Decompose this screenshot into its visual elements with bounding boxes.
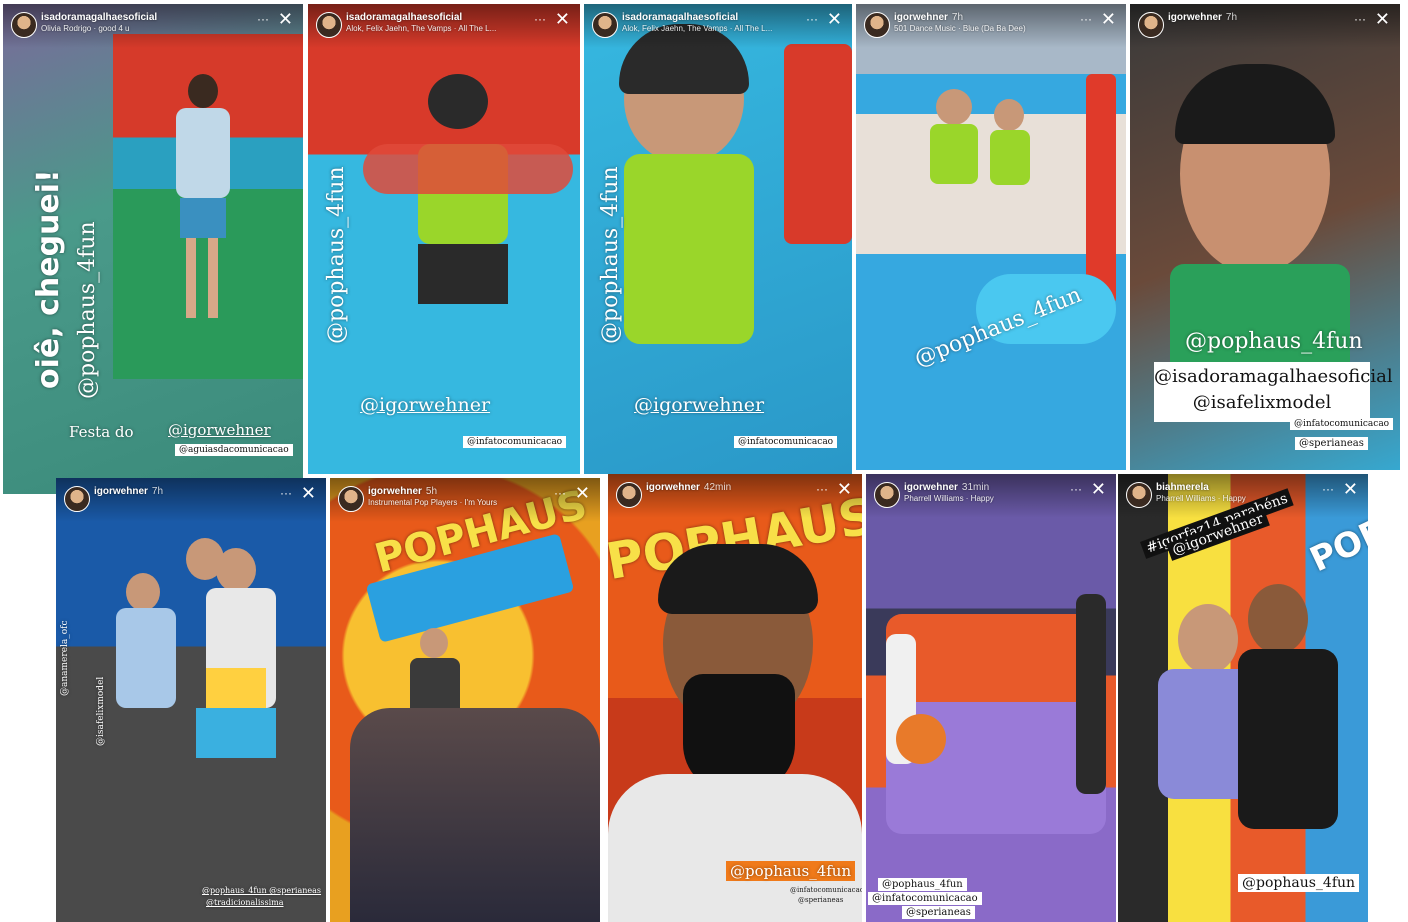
story-header [56, 478, 326, 522]
story-card-9[interactable]: igorwehner 31min Pharrell Williams · Happ… [866, 474, 1116, 922]
username[interactable]: biahmerela [1156, 482, 1209, 493]
mention-sticker: @sperianeas [798, 896, 844, 904]
music-label: Pharrell Williams · Happy [1156, 494, 1246, 503]
story-header [608, 474, 862, 518]
more-options-icon[interactable]: ··· [534, 12, 546, 26]
story-card-7[interactable]: POPHAUS igorwehner 5h Instrumental Pop Pl… [330, 478, 600, 922]
story-card-10[interactable]: POP biahmerela Pharrell Williams · Happy… [1118, 474, 1368, 922]
more-options-icon[interactable]: ··· [1322, 482, 1334, 496]
mention-sticker: @anamerela_ofc [60, 620, 70, 696]
avatar[interactable] [11, 12, 37, 38]
username[interactable]: igorwehner 5h [368, 486, 437, 497]
username[interactable]: isadoramagalhaesoficial [346, 12, 462, 23]
more-options-icon[interactable]: ··· [1080, 12, 1092, 26]
avatar[interactable] [616, 482, 642, 508]
story-card-3[interactable]: isadoramagalhaesoficial Alok, Felix Jaeh… [584, 4, 852, 474]
music-label: Instrumental Pop Players · I'm Yours [368, 498, 498, 507]
close-icon[interactable]: ✕ [837, 480, 852, 498]
avatar[interactable] [64, 486, 90, 512]
username[interactable]: igorwehner 7h [94, 486, 163, 497]
username[interactable]: isadoramagalhaesoficial [41, 12, 157, 23]
mention-sticker: @infatocomunicacao [790, 886, 862, 894]
close-icon[interactable]: ✕ [555, 10, 570, 28]
mention-sticker: @igorwehner [168, 421, 271, 439]
more-options-icon[interactable]: ··· [816, 482, 828, 496]
mention-sticker: @pophaus_4fun [324, 166, 349, 344]
mention-sticker: @aguiasdacomunicacao [175, 444, 293, 456]
story-card-1[interactable]: isadoramagalhaesoficial Olivia Rodrigo ·… [3, 4, 303, 494]
more-options-icon[interactable]: ··· [257, 12, 269, 26]
username[interactable]: igorwehner 42min [646, 482, 731, 493]
more-options-icon[interactable]: ··· [1354, 12, 1366, 26]
story-card-2[interactable]: isadoramagalhaesoficial Alok, Felix Jaeh… [308, 4, 580, 474]
mention-sticker: @igorwehner [360, 394, 491, 416]
avatar[interactable] [874, 482, 900, 508]
close-icon[interactable]: ✕ [1101, 10, 1116, 28]
music-label: Olivia Rodrigo · good 4 u [41, 24, 130, 33]
mention-sticker: @tradicionalissima [206, 898, 284, 907]
more-options-icon[interactable]: ··· [554, 486, 566, 500]
sticker-text: Festa do [69, 423, 134, 441]
music-label: 501 Dance Music · Blue (Da Ba Dee) [894, 24, 1026, 33]
close-icon[interactable]: ✕ [575, 484, 590, 502]
mention-sticker: @sperianeas [1295, 437, 1368, 450]
close-icon[interactable]: ✕ [1343, 480, 1358, 498]
close-icon[interactable]: ✕ [301, 484, 316, 502]
avatar[interactable] [592, 12, 618, 38]
mention-sticker: @sperianeas [902, 906, 975, 919]
music-label: Pharrell Williams · Happy [904, 494, 994, 503]
more-options-icon[interactable]: ··· [1070, 482, 1082, 496]
more-options-icon[interactable]: ··· [806, 12, 818, 26]
mention-sticker: @pophaus_4fun [75, 221, 100, 399]
username[interactable]: igorwehner 31min [904, 482, 989, 493]
mention-sticker: @pophaus_4fun [598, 166, 623, 344]
more-options-icon[interactable]: ··· [280, 486, 292, 500]
avatar[interactable] [864, 12, 890, 38]
username[interactable]: isadoramagalhaesoficial [622, 12, 738, 23]
story-card-6[interactable]: igorwehner 7h ··· ✕ @anamerela_ofc @isafe… [56, 478, 326, 922]
close-icon[interactable]: ✕ [1091, 480, 1106, 498]
mention-sticker: @pophaus_4fun [878, 878, 967, 891]
avatar[interactable] [1138, 12, 1164, 38]
username[interactable]: igorwehner 7h [894, 12, 963, 23]
mention-sticker: @pophaus_4fun [1238, 874, 1360, 892]
avatar[interactable] [338, 486, 364, 512]
mention-sticker: @infatocomunicacao [734, 436, 838, 448]
avatar[interactable] [316, 12, 342, 38]
person-girl [168, 74, 238, 324]
mention-sticker: @pophaus_4fun @sperianeas [202, 886, 322, 895]
mention-sticker: @infatocomunicacao [868, 892, 982, 905]
mention-sticker: @infatocomunicacao [1290, 418, 1394, 430]
avatar[interactable] [1126, 482, 1152, 508]
music-label: Alok, Felix Jaehn, The Vamps · All The L… [346, 24, 497, 33]
close-icon[interactable]: ✕ [278, 10, 293, 28]
username[interactable]: igorwehner 7h [1168, 12, 1237, 23]
close-icon[interactable]: ✕ [827, 10, 842, 28]
mention-sticker: @infatocomunicacao [463, 436, 567, 448]
mention-sticker: @isadoramagalhaesoficial @isafelixmodel [1154, 362, 1393, 422]
music-label: Alok, Felix Jaehn, The Vamps · All The L… [622, 24, 773, 33]
sticker-text: oiê, cheguei! [31, 169, 66, 389]
story-card-8[interactable]: POPHAUS igorwehner 42min ··· ✕ @pophaus_4… [608, 474, 862, 922]
mention-sticker: @pophaus_4fun [726, 861, 856, 881]
story-card-4[interactable]: igorwehner 7h 501 Dance Music · Blue (Da … [856, 4, 1126, 470]
mention-sticker: @igorwehner [634, 394, 765, 416]
mention-sticker: @pophaus_4fun [1185, 329, 1363, 354]
close-icon[interactable]: ✕ [1375, 10, 1390, 28]
mention-sticker: @isafelixmodel [96, 676, 106, 746]
story-header [1130, 4, 1400, 48]
story-card-5[interactable]: igorwehner 7h ··· ✕ @pophaus_4fun @isador… [1130, 4, 1400, 470]
